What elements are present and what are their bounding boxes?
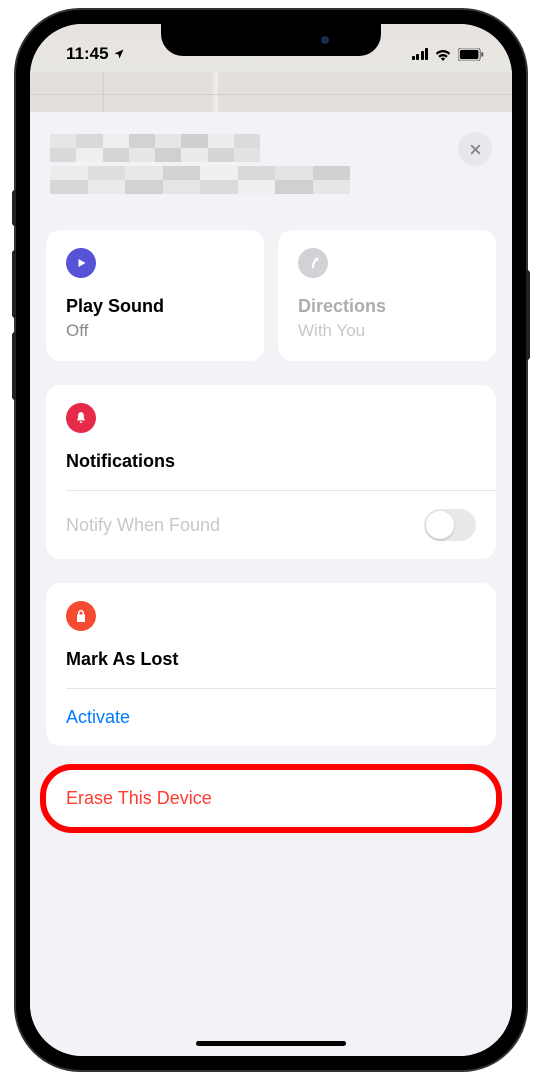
notify-when-found-label: Notify When Found xyxy=(66,515,220,536)
close-icon xyxy=(469,143,482,156)
lock-icon xyxy=(66,601,96,631)
map-background xyxy=(30,72,512,112)
mark-as-lost-title: Mark As Lost xyxy=(66,649,476,670)
cellular-icon xyxy=(412,48,429,60)
erase-section: Erase This Device xyxy=(46,770,496,827)
activate-row[interactable]: Activate xyxy=(66,688,496,746)
directions-status: With You xyxy=(298,321,476,341)
device-sheet: Play Sound Off Directions With You xyxy=(30,112,512,1056)
home-indicator[interactable] xyxy=(196,1041,346,1046)
device-name-redacted xyxy=(50,134,260,162)
directions-title: Directions xyxy=(298,296,476,317)
activate-link: Activate xyxy=(66,707,130,728)
notify-toggle[interactable] xyxy=(424,509,476,541)
phone-frame: 11:45 xyxy=(16,10,526,1070)
erase-this-device-button[interactable]: Erase This Device xyxy=(46,770,496,827)
play-sound-card[interactable]: Play Sound Off xyxy=(46,230,264,361)
notifications-section: Notifications Notify When Found xyxy=(46,385,496,559)
device-location-redacted xyxy=(50,166,350,194)
battery-icon xyxy=(458,48,484,61)
play-sound-status: Off xyxy=(66,321,244,341)
play-icon xyxy=(66,248,96,278)
location-icon xyxy=(113,48,125,60)
bell-icon xyxy=(66,403,96,433)
play-sound-title: Play Sound xyxy=(66,296,244,317)
screen: 11:45 xyxy=(30,24,512,1056)
close-button[interactable] xyxy=(458,132,492,166)
wifi-icon xyxy=(434,48,452,61)
directions-icon xyxy=(298,248,328,278)
mark-as-lost-section: Mark As Lost Activate xyxy=(46,583,496,746)
notifications-title: Notifications xyxy=(66,451,476,472)
status-time: 11:45 xyxy=(66,44,109,64)
notify-when-found-row: Notify When Found xyxy=(66,490,496,559)
directions-card: Directions With You xyxy=(278,230,496,361)
